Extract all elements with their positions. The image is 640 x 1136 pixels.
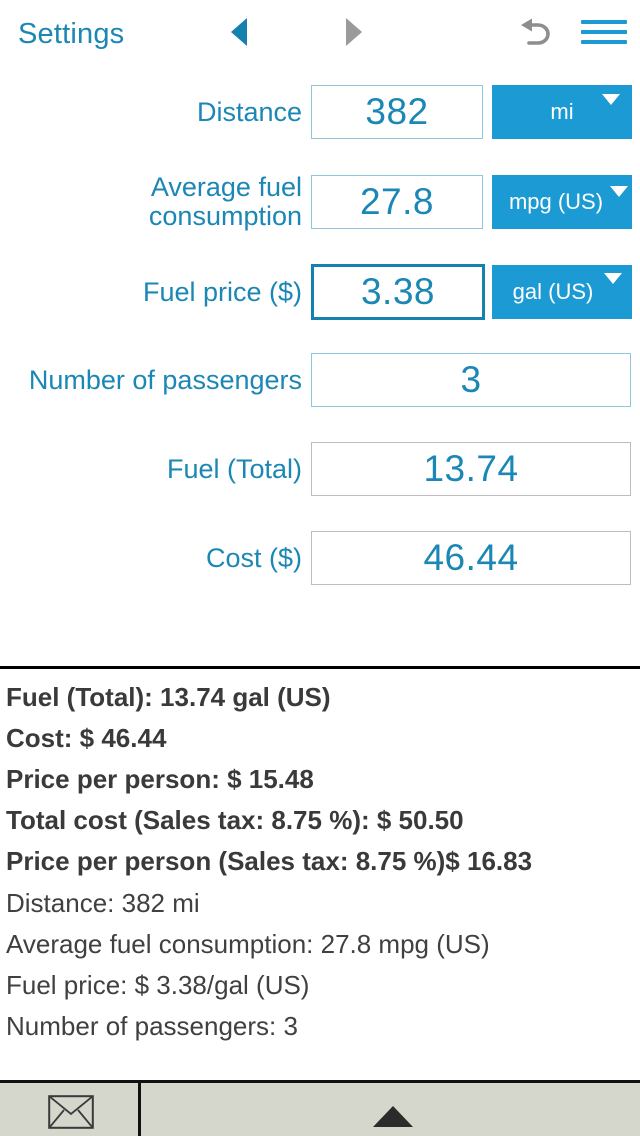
- output-fuel-total: 13.74: [311, 442, 631, 496]
- form-row-fuel-price: Fuel price ($) 3.38 gal (US): [0, 264, 640, 320]
- unit-select-fuel-consumption-label: mpg (US): [508, 189, 604, 214]
- toolbar-divider: [138, 1083, 141, 1136]
- chevron-down-icon: [602, 94, 620, 105]
- result-line: Price per person (Sales tax: 8.75 %)$ 16…: [6, 846, 533, 876]
- expand-up-triangle-icon[interactable]: [373, 1106, 413, 1127]
- result-line: Fuel price: $ 3.38/gal (US): [6, 970, 310, 1000]
- envelope-icon[interactable]: [48, 1095, 94, 1129]
- previous-arrow-icon[interactable]: [231, 18, 247, 46]
- bottom-toolbar: [0, 1080, 640, 1136]
- settings-button[interactable]: Settings: [18, 18, 124, 51]
- top-toolbar: Settings: [0, 0, 640, 70]
- unit-select-distance-label: mi: [550, 99, 574, 124]
- form-row-distance: Distance 382 mi: [0, 85, 640, 139]
- label-fuel-consumption: Average fuel consumption: [148, 172, 302, 231]
- label-fuel-total: Fuel (Total): [166, 453, 302, 484]
- form-row-cost: Cost ($) 46.44: [0, 531, 640, 585]
- result-line: Total cost (Sales tax: 8.75 %): $ 50.50: [6, 805, 464, 835]
- section-divider: [0, 666, 640, 669]
- results-summary-panel: Fuel (Total): 13.74 gal (US) Cost: $ 46.…: [0, 672, 640, 1076]
- result-line: Distance: 382 mi: [6, 888, 200, 918]
- input-fuel-price[interactable]: 3.38: [311, 264, 485, 320]
- hamburger-menu-icon[interactable]: [581, 20, 627, 46]
- label-fuel-price: Fuel price ($): [142, 276, 302, 307]
- result-line: Cost: $ 46.44: [6, 723, 167, 753]
- unit-select-fuel-consumption[interactable]: mpg (US): [492, 175, 632, 229]
- input-passengers[interactable]: 3: [311, 353, 631, 407]
- result-line: Number of passengers: 3: [6, 1011, 298, 1041]
- form-row-fuel-total: Fuel (Total) 13.74: [0, 442, 640, 496]
- result-line: Price per person: $ 15.48: [6, 764, 314, 794]
- unit-select-fuel-price-label: gal (US): [512, 279, 594, 304]
- result-line: Fuel (Total): 13.74 gal (US): [6, 682, 331, 712]
- unit-select-fuel-price[interactable]: gal (US): [492, 265, 632, 319]
- input-distance[interactable]: 382: [311, 85, 483, 139]
- label-distance: Distance: [196, 96, 302, 127]
- chevron-down-icon: [604, 273, 622, 284]
- chevron-down-icon: [610, 186, 628, 197]
- next-arrow-icon[interactable]: [346, 18, 362, 46]
- form-row-fuel-consumption: Average fuel consumption 27.8 mpg (US): [0, 172, 640, 231]
- output-cost: 46.44: [311, 531, 631, 585]
- form-row-passengers: Number of passengers 3: [0, 353, 640, 407]
- undo-arrow-icon[interactable]: [517, 16, 555, 50]
- result-line: Average fuel consumption: 27.8 mpg (US): [6, 929, 490, 959]
- label-passengers: Number of passengers: [28, 364, 302, 395]
- label-cost: Cost ($): [205, 542, 302, 573]
- unit-select-distance[interactable]: mi: [492, 85, 632, 139]
- input-fuel-consumption[interactable]: 27.8: [311, 175, 483, 229]
